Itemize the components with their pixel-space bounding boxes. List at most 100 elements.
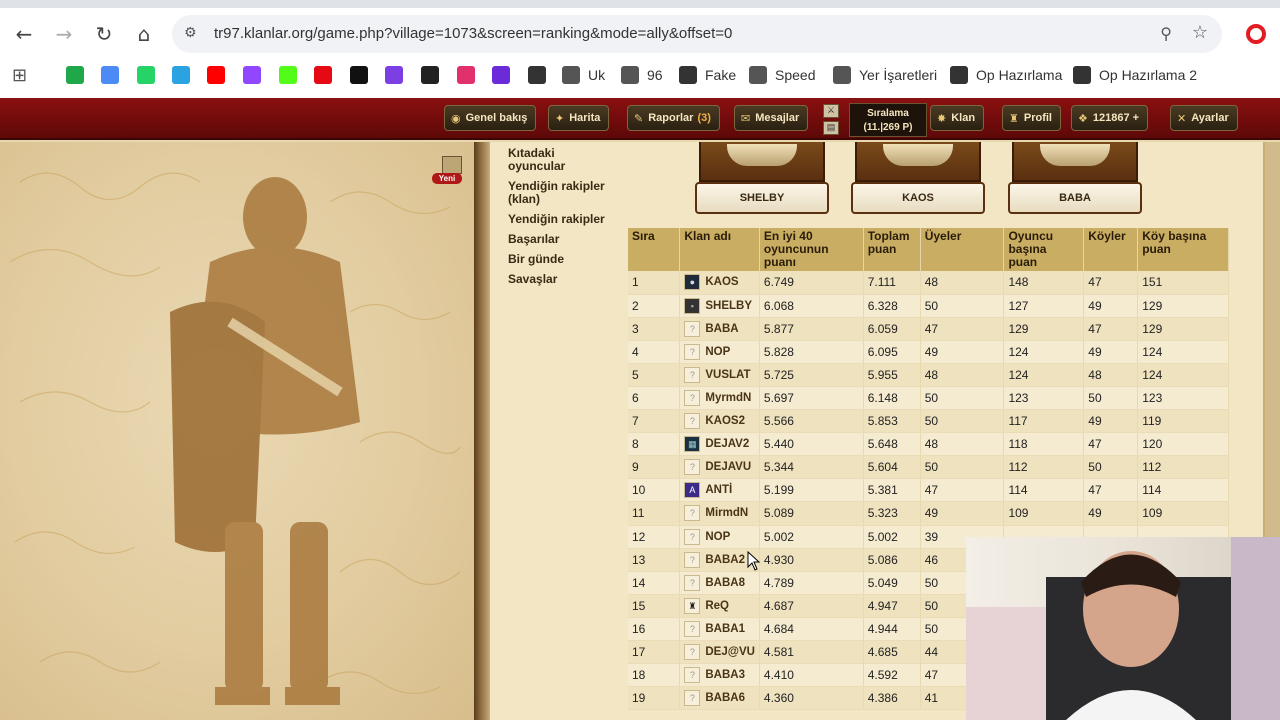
back-icon[interactable]: ←	[4, 14, 44, 54]
bookmark-item[interactable]	[350, 64, 368, 86]
clan-link[interactable]: ? KAOS2	[684, 413, 755, 430]
bookmark-item[interactable]	[279, 64, 297, 86]
clan-name[interactable]: KAOS2	[705, 415, 745, 427]
clan-link[interactable]: ? BABA	[684, 320, 755, 337]
bookmark-item[interactable]: Speed	[749, 64, 815, 86]
clan-name-cell[interactable]: ♜ ReQ	[679, 594, 760, 618]
clan-link[interactable]: ? DEJ@VU	[684, 644, 755, 661]
clan-name[interactable]: VUSLAT	[705, 369, 750, 381]
clan-name-cell[interactable]: ▪ SHELBY	[679, 294, 760, 318]
swords-icon[interactable]: ⚔	[823, 104, 839, 118]
clan-name-cell[interactable]: ● KAOS	[679, 271, 760, 295]
bookmark-item[interactable]	[314, 64, 332, 86]
clan-name[interactable]: BABA8	[705, 577, 745, 589]
clan-name[interactable]: DEJ@VU	[705, 646, 755, 658]
clan-name[interactable]: ANTİ	[705, 484, 732, 496]
bookmark-item[interactable]: 96	[621, 64, 663, 86]
site-settings-icon[interactable]: ⚙	[184, 25, 197, 41]
messages-button[interactable]: ✉ Mesajlar	[734, 105, 809, 131]
settings-button[interactable]: ✕ Ayarlar	[1170, 105, 1238, 131]
clan-name-cell[interactable]: ▦ DEJAV2	[679, 432, 760, 457]
clan-name[interactable]: BABA1	[705, 623, 745, 635]
home-icon[interactable]: ⌂	[124, 14, 164, 54]
url-text[interactable]: tr97.klanlar.org/game.php?village=1073&s…	[214, 25, 732, 42]
clan-name[interactable]: SHELBY	[705, 300, 752, 312]
clan-link[interactable]: ? VUSLAT	[684, 366, 755, 383]
menu-achievements[interactable]: Başarılar	[504, 231, 616, 248]
points-button[interactable]: ❖ 121867 +	[1071, 105, 1149, 131]
bookmark-item[interactable]	[207, 64, 225, 86]
clan-name-cell[interactable]: ? BABA6	[679, 686, 760, 711]
bookmark-item[interactable]	[66, 64, 84, 86]
bookmark-item[interactable]	[492, 64, 510, 86]
clan-name-cell[interactable]: ? NOP	[679, 340, 760, 364]
bookmark-item[interactable]	[528, 64, 546, 86]
clan-name-cell[interactable]: ? MirmdN	[679, 501, 760, 526]
clan-name[interactable]: BABA2	[705, 554, 745, 566]
clan-link[interactable]: ? BABA8	[684, 574, 755, 591]
clan-link[interactable]: ? DEJAVU	[684, 459, 755, 476]
clan-link[interactable]: ? NOP	[684, 343, 755, 360]
clan-name[interactable]: DEJAV2	[705, 438, 749, 450]
clan-name[interactable]: BABA6	[705, 692, 745, 704]
clan-link[interactable]: ● KAOS	[684, 274, 755, 291]
clan-name-cell[interactable]: ? MyrmdN	[679, 386, 760, 411]
menu-defeated-clan[interactable]: Yendiğin rakipler (klan)	[504, 178, 616, 208]
bookmark-item[interactable]: Yer İşaretleri	[833, 64, 937, 86]
menu-continent-players[interactable]: Kıtadaki oyuncular	[504, 145, 616, 175]
clan-name-cell[interactable]: A ANTİ	[679, 478, 760, 503]
bookmark-item[interactable]	[421, 64, 439, 86]
profile-button[interactable]: ♜ Profil	[1002, 105, 1061, 131]
clan-link[interactable]: ? BABA6	[684, 690, 755, 707]
bookmark-item[interactable]	[172, 64, 190, 86]
bookmark-star-icon[interactable]: ☆	[1192, 22, 1208, 43]
clan-name[interactable]: KAOS	[705, 276, 738, 288]
zoom-icon[interactable]: ⚲	[1160, 24, 1172, 43]
clan-name-cell[interactable]: ? BABA3	[679, 663, 760, 688]
clan-link[interactable]: ? MyrmdN	[684, 390, 755, 407]
podium-name[interactable]: BABA	[1008, 182, 1142, 214]
forward-icon[interactable]: →	[44, 14, 84, 54]
clan-name-cell[interactable]: ? BABA8	[679, 571, 760, 595]
bookmark-item[interactable]: Fake	[679, 64, 736, 86]
bookmark-item[interactable]	[243, 64, 261, 86]
clan-name[interactable]: BABA3	[705, 669, 745, 681]
clan-name-cell[interactable]: ? BABA1	[679, 617, 760, 642]
clan-link[interactable]: A ANTİ	[684, 482, 755, 499]
podium-name[interactable]: SHELBY	[695, 182, 829, 214]
bookmark-item[interactable]	[101, 64, 119, 86]
clan-link[interactable]: ♜ ReQ	[684, 597, 755, 614]
bookmark-item[interactable]	[457, 64, 475, 86]
reports-button[interactable]: ✎ Raporlar (3)	[627, 105, 720, 131]
opera-icon[interactable]	[1246, 24, 1266, 44]
clan-name-cell[interactable]: ? BABA	[679, 317, 760, 341]
clan-link[interactable]: ▪ SHELBY	[684, 297, 755, 314]
apps-grid-icon[interactable]: ⊞	[12, 64, 27, 86]
clan-name-cell[interactable]: ? DEJ@VU	[679, 640, 760, 665]
clan-link[interactable]: ? BABA3	[684, 667, 755, 684]
new-notification-badge[interactable]: Yeni	[432, 156, 462, 184]
clan-link[interactable]: ? MirmdN	[684, 505, 755, 522]
overview-button[interactable]: ◉ Genel bakış	[444, 105, 537, 131]
clan-name[interactable]: MirmdN	[705, 507, 748, 519]
clan-name[interactable]: NOP	[705, 531, 730, 543]
reload-icon[interactable]: ↻	[84, 14, 124, 54]
menu-wars[interactable]: Savaşlar	[504, 271, 616, 288]
bookmark-item[interactable]	[137, 64, 155, 86]
clan-link[interactable]: ▦ DEJAV2	[684, 436, 755, 453]
clan-name-cell[interactable]: ? DEJAVU	[679, 455, 760, 480]
clan-name[interactable]: MyrmdN	[705, 392, 751, 404]
map-button[interactable]: ✦ Harita	[548, 105, 610, 131]
address-bar[interactable]: ⚙ tr97.klanlar.org/game.php?village=1073…	[172, 15, 1222, 53]
menu-defeated[interactable]: Yendiğin rakipler	[504, 211, 616, 228]
podium-name[interactable]: KAOS	[851, 182, 985, 214]
bookmark-item[interactable]: Uk	[562, 64, 605, 86]
scroll-icon[interactable]: ▤	[823, 121, 839, 135]
clan-name-cell[interactable]: ? KAOS2	[679, 409, 760, 434]
clan-name-cell[interactable]: ? NOP	[679, 525, 760, 549]
clan-link[interactable]: ? BABA1	[684, 620, 755, 637]
clan-name[interactable]: NOP	[705, 346, 730, 358]
bookmark-item[interactable]: Op Hazırlama 2	[1073, 64, 1197, 86]
clan-name[interactable]: DEJAVU	[705, 461, 751, 473]
clan-name[interactable]: ReQ	[705, 600, 729, 612]
